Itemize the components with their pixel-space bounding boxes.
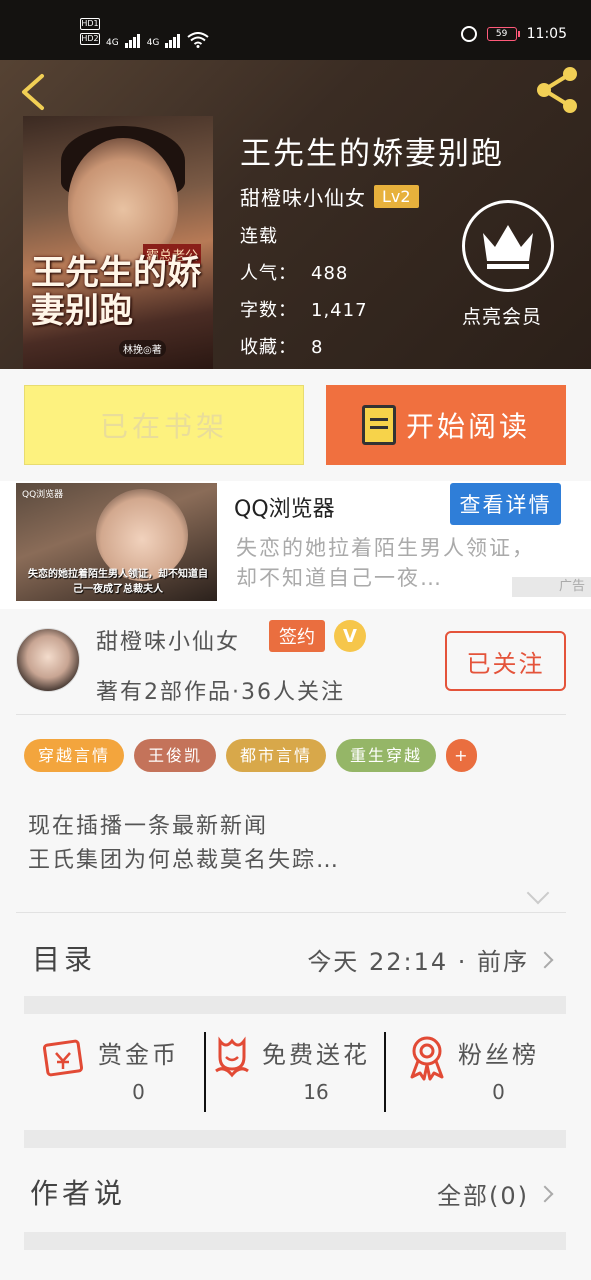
author-stats: 著有2部作品·36人关注: [96, 680, 345, 705]
network-status: HD1 HD2 4G 4G: [80, 18, 210, 52]
section-separator: [24, 1232, 566, 1250]
clock: 11:05: [526, 26, 567, 42]
ad-image[interactable]: QQ浏览器 失恋的她拉着陌生男人领证，却不知道自 己一夜成了总裁夫人: [16, 483, 217, 601]
ad-banner[interactable]: QQ浏览器 失恋的她拉着陌生男人领证，却不知道自 己一夜成了总裁夫人 QQ浏览器…: [0, 481, 591, 609]
tag-1[interactable]: 王俊凯: [134, 739, 217, 772]
ad-details-button[interactable]: 查看详情: [450, 483, 561, 525]
follow-button[interactable]: 已关注: [445, 631, 566, 691]
ad-title: QQ浏览器: [234, 497, 335, 522]
wifi-icon: [187, 32, 210, 48]
word-count: 字数： 1,417: [240, 300, 368, 321]
author-avatar[interactable]: [16, 628, 80, 692]
reward-coins[interactable]: 赏金币 0: [42, 1035, 179, 1104]
expand-chevron-icon[interactable]: [526, 881, 550, 905]
tag-3[interactable]: 重生穿越: [336, 739, 437, 772]
tag-2[interactable]: 都市言情: [226, 739, 327, 772]
system-status: 59 11:05: [460, 26, 567, 42]
in-shelf-button[interactable]: 已在书架: [24, 385, 304, 465]
start-reading-button[interactable]: 开始阅读: [326, 385, 566, 465]
author-name[interactable]: 甜橙味小仙女: [96, 624, 240, 656]
tag-list: 穿越言情 王俊凯 都市言情 重生穿越 +: [24, 739, 478, 772]
author-says-row[interactable]: 作者说: [30, 1172, 126, 1212]
catalog-row[interactable]: 目录: [32, 938, 96, 978]
send-flowers[interactable]: 免费送花 16: [212, 1035, 370, 1104]
ad-description: 失恋的她拉着陌生男人领证，却不知道自己一夜…: [236, 536, 535, 590]
more-tags-button[interactable]: +: [446, 739, 478, 772]
alarm-icon: [460, 26, 477, 42]
chevron-right-icon: [536, 1185, 554, 1202]
book-status: 连载: [240, 226, 278, 247]
cover-title: 王先生的娇妻别跑: [31, 253, 201, 331]
net2-label: 4G: [146, 38, 160, 48]
ad-caption: 失恋的她拉着陌生男人领证，却不知道自 己一夜成了总裁夫人: [28, 569, 208, 595]
red-envelope-icon: [42, 1039, 84, 1077]
crown-icon: [483, 225, 533, 269]
hd1-badge: HD1: [80, 18, 100, 30]
divider: [204, 1032, 206, 1112]
flower-icon: [215, 1036, 249, 1078]
vip-button[interactable]: [462, 200, 554, 292]
status-bar: HD1 HD2 4G 4G 59 11:05: [0, 0, 591, 60]
author-says-label: 作者说: [30, 1177, 127, 1210]
section-separator: [24, 996, 566, 1014]
book-icon: [361, 405, 396, 445]
popularity: 人气： 488: [240, 263, 349, 284]
signal2-icon: [165, 34, 181, 48]
cover-author: 林挽◎著: [119, 340, 166, 357]
catalog-label: 目录: [32, 943, 97, 976]
vip-label: 点亮会员: [462, 306, 543, 328]
start-reading-label: 开始阅读: [405, 410, 530, 443]
level-badge: Lv2: [374, 185, 419, 208]
battery-icon: 59: [486, 27, 520, 41]
signal1-icon: [124, 34, 141, 48]
catalog-latest[interactable]: 今天 22:14 · 前序: [307, 942, 554, 977]
divider: [384, 1032, 386, 1112]
author-says-all[interactable]: 全部(0): [437, 1176, 554, 1211]
book-author[interactable]: 甜橙味小仙女: [240, 182, 366, 211]
author-line: 甜橙味小仙女 Lv2: [240, 182, 419, 211]
fan-ranking[interactable]: 粉丝榜 0: [406, 1035, 539, 1104]
tag-0[interactable]: 穿越言情: [24, 739, 125, 772]
ad-tag: 广告: [512, 577, 591, 597]
divider: [16, 912, 566, 913]
ad-logo: QQ浏览器: [22, 490, 64, 500]
favorites: 收藏： 8: [240, 337, 324, 358]
section-separator: [24, 1130, 566, 1148]
net1-label: 4G: [106, 38, 119, 48]
share-icon[interactable]: [532, 64, 584, 116]
award-icon: [410, 1036, 444, 1081]
book-title: 王先生的娇妻别跑: [240, 136, 504, 172]
book-cover[interactable]: 霸总老公 王先生的娇妻别跑 林挽◎著: [23, 116, 213, 369]
signed-badge: 签约: [269, 620, 325, 652]
chevron-right-icon: [536, 951, 554, 968]
hd2-badge: HD2: [80, 33, 100, 45]
back-icon[interactable]: [18, 72, 48, 112]
divider: [16, 714, 566, 715]
v-badge-icon: V: [334, 620, 366, 652]
book-intro[interactable]: 现在插播一条最新新闻 王氏集团为何总裁莫名失踪…: [28, 810, 340, 878]
